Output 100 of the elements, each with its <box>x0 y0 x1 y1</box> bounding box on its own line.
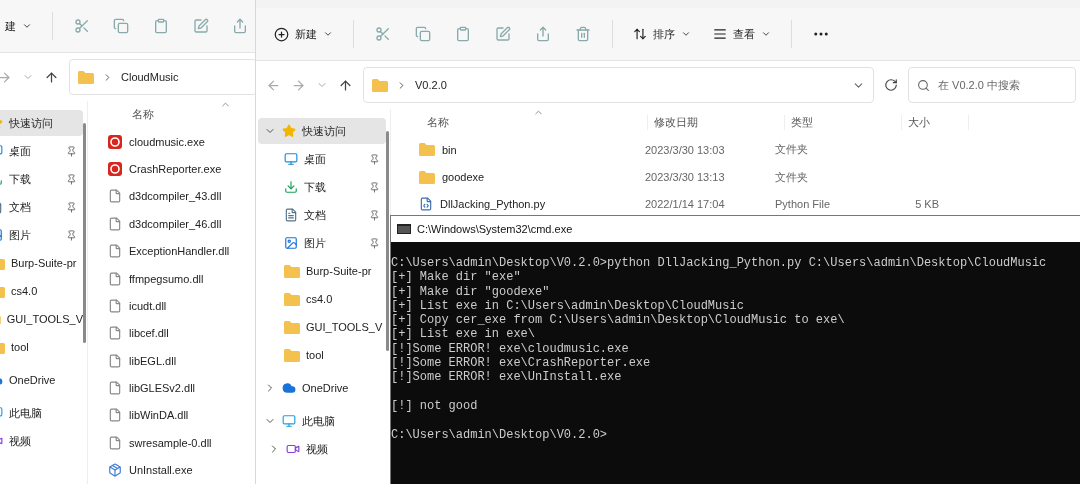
column-header[interactable]: 类型 <box>785 115 902 130</box>
file-icon <box>108 271 122 286</box>
installer-icon <box>108 463 122 478</box>
column-header[interactable]: 修改日期 <box>648 115 785 130</box>
file-name: libGLESv2.dll <box>129 382 196 395</box>
download-icon <box>284 180 298 194</box>
document-icon <box>284 208 298 222</box>
folder-icon <box>284 264 300 278</box>
paste-icon[interactable] <box>455 26 471 42</box>
back-icon[interactable] <box>266 77 281 93</box>
up-icon[interactable] <box>44 69 59 85</box>
column-header[interactable]: 大小 <box>902 115 969 130</box>
desktop-icon <box>284 152 298 166</box>
rename-icon[interactable] <box>192 18 209 34</box>
file-name: goodexe <box>442 171 485 184</box>
console-line: C:\Users\admin\Desktop\V0.2.0> <box>391 427 609 442</box>
video-icon <box>286 442 300 456</box>
sidebar-item[interactable]: Burp-Suite-pr <box>0 250 83 276</box>
python-file-icon <box>419 197 433 212</box>
console-line: [+] List exe in C:\Users\admin\Desktop\CloudMusic <box>391 298 745 314</box>
file-type: 文件夹 <box>774 169 809 185</box>
file-icon <box>108 408 122 423</box>
sidebar-item[interactable]: 此电脑 <box>0 400 83 426</box>
file-type: 文件夹 <box>774 142 809 158</box>
terminal-icon <box>397 224 411 234</box>
cut-icon[interactable] <box>375 26 391 42</box>
app-icon <box>108 162 122 177</box>
folder-icon <box>284 348 300 362</box>
console-line: [!] not good <box>391 398 479 414</box>
forward-icon[interactable] <box>0 69 12 85</box>
caret-icon <box>22 21 32 31</box>
delete-icon[interactable] <box>575 26 591 42</box>
cut-icon[interactable] <box>73 18 90 34</box>
lines-icon <box>713 27 727 41</box>
file-row[interactable]: UnInstall.exe <box>102 460 267 481</box>
sidebar-item[interactable]: 视频 <box>0 428 83 454</box>
console-line: [+] Make dir "goodexe" <box>391 284 551 299</box>
refresh-icon[interactable] <box>884 78 898 92</box>
file-icon <box>108 381 122 396</box>
sort-button[interactable]: 排序 <box>625 19 699 49</box>
sidebar-item[interactable]: 文档 <box>0 194 83 220</box>
file-name: libEGL.dll <box>129 354 177 367</box>
file-icon <box>108 244 122 259</box>
sidebar-item[interactable]: GUI_TOOLS_V <box>0 306 83 332</box>
file-icon <box>108 326 122 341</box>
file-row[interactable]: bin 2023/3/30 13:03 文件夹 <box>405 139 1080 160</box>
search-field[interactable]: 在 V0.2.0 中搜索 <box>908 67 1076 103</box>
file-name: libcef.dll <box>129 327 169 340</box>
new-button[interactable]: 新建 <box>266 19 341 49</box>
file-row[interactable]: goodexe 2023/3/30 13:13 文件夹 <box>405 167 1080 188</box>
caret-icon <box>761 29 771 39</box>
rename-icon[interactable] <box>495 26 511 42</box>
address-bar[interactable]: V0.2.0 <box>363 67 874 103</box>
sidebar-item[interactable]: 图片 <box>0 222 83 248</box>
plus-icon <box>274 26 289 42</box>
copy-icon[interactable] <box>113 18 130 34</box>
console-line: C:\Users\admin\Desktop\V0.2.0>python DllJacking_Python.py C:\Users\admin\Desktop\CloudMusic <box>391 256 1048 271</box>
scrollbar[interactable] <box>386 131 389 351</box>
folder-icon <box>372 78 388 92</box>
share-icon[interactable] <box>535 26 551 42</box>
window-title: C:\Windows\System32\cmd.exe <box>417 223 573 235</box>
file-name: ExceptionHandler.dll <box>129 245 230 258</box>
sort-icon <box>633 27 647 41</box>
folder-icon <box>284 320 300 334</box>
column-header[interactable]: 名称 <box>405 115 648 130</box>
modified-date: 2023/3/30 13:13 <box>644 171 726 184</box>
file-name: libWinDA.dll <box>129 409 189 422</box>
paste-icon[interactable] <box>153 18 169 34</box>
console-line: [!]Some ERROR! exe\CrashReporter.exe <box>391 356 652 371</box>
view-button[interactable]: 查看 <box>705 19 779 49</box>
console-line: [!]Some ERROR! exe\UnInstall.exe <box>391 370 623 385</box>
copy-icon[interactable] <box>415 26 431 42</box>
file-name: ffmpegsumo.dll <box>129 272 204 285</box>
share-icon[interactable] <box>232 18 249 34</box>
search-icon <box>917 78 930 92</box>
file-row[interactable]: DllJacking_Python.py 2022/1/14 17:04 Python File 5 KB <box>405 194 1080 215</box>
file-size: 5 KB <box>914 198 939 211</box>
sidebar-item[interactable]: 快速访问 <box>0 110 83 136</box>
console-line: [!]Some ERROR! exe\cloudmusic.exe <box>391 341 630 357</box>
sidebar-item[interactable]: 下载 <box>0 166 83 192</box>
file-icon <box>108 216 122 231</box>
up-icon[interactable] <box>338 77 353 93</box>
file-name: CrashReporter.exe <box>129 163 222 176</box>
image-icon <box>284 236 298 250</box>
sidebar-item[interactable]: OneDrive <box>0 367 83 393</box>
console-line: [+] List exe in exe\ <box>391 327 537 342</box>
computer-icon <box>282 414 296 428</box>
new-button[interactable]: 建 <box>0 11 40 41</box>
forward-icon[interactable] <box>291 77 306 93</box>
scrollbar[interactable] <box>83 123 86 343</box>
sidebar-item[interactable]: 桌面 <box>0 138 83 164</box>
console-line: [+] Make dir "exe" <box>391 270 522 285</box>
file-name: bin <box>442 143 457 156</box>
sidebar-item[interactable]: tool <box>0 334 83 360</box>
file-icon <box>108 435 122 450</box>
sidebar-item[interactable]: cs4.0 <box>0 278 83 304</box>
file-icon <box>108 189 122 204</box>
file-type: Python File <box>774 198 832 211</box>
sidebar-item[interactable]: 快速访问 <box>258 118 386 144</box>
app-icon <box>108 134 122 149</box>
